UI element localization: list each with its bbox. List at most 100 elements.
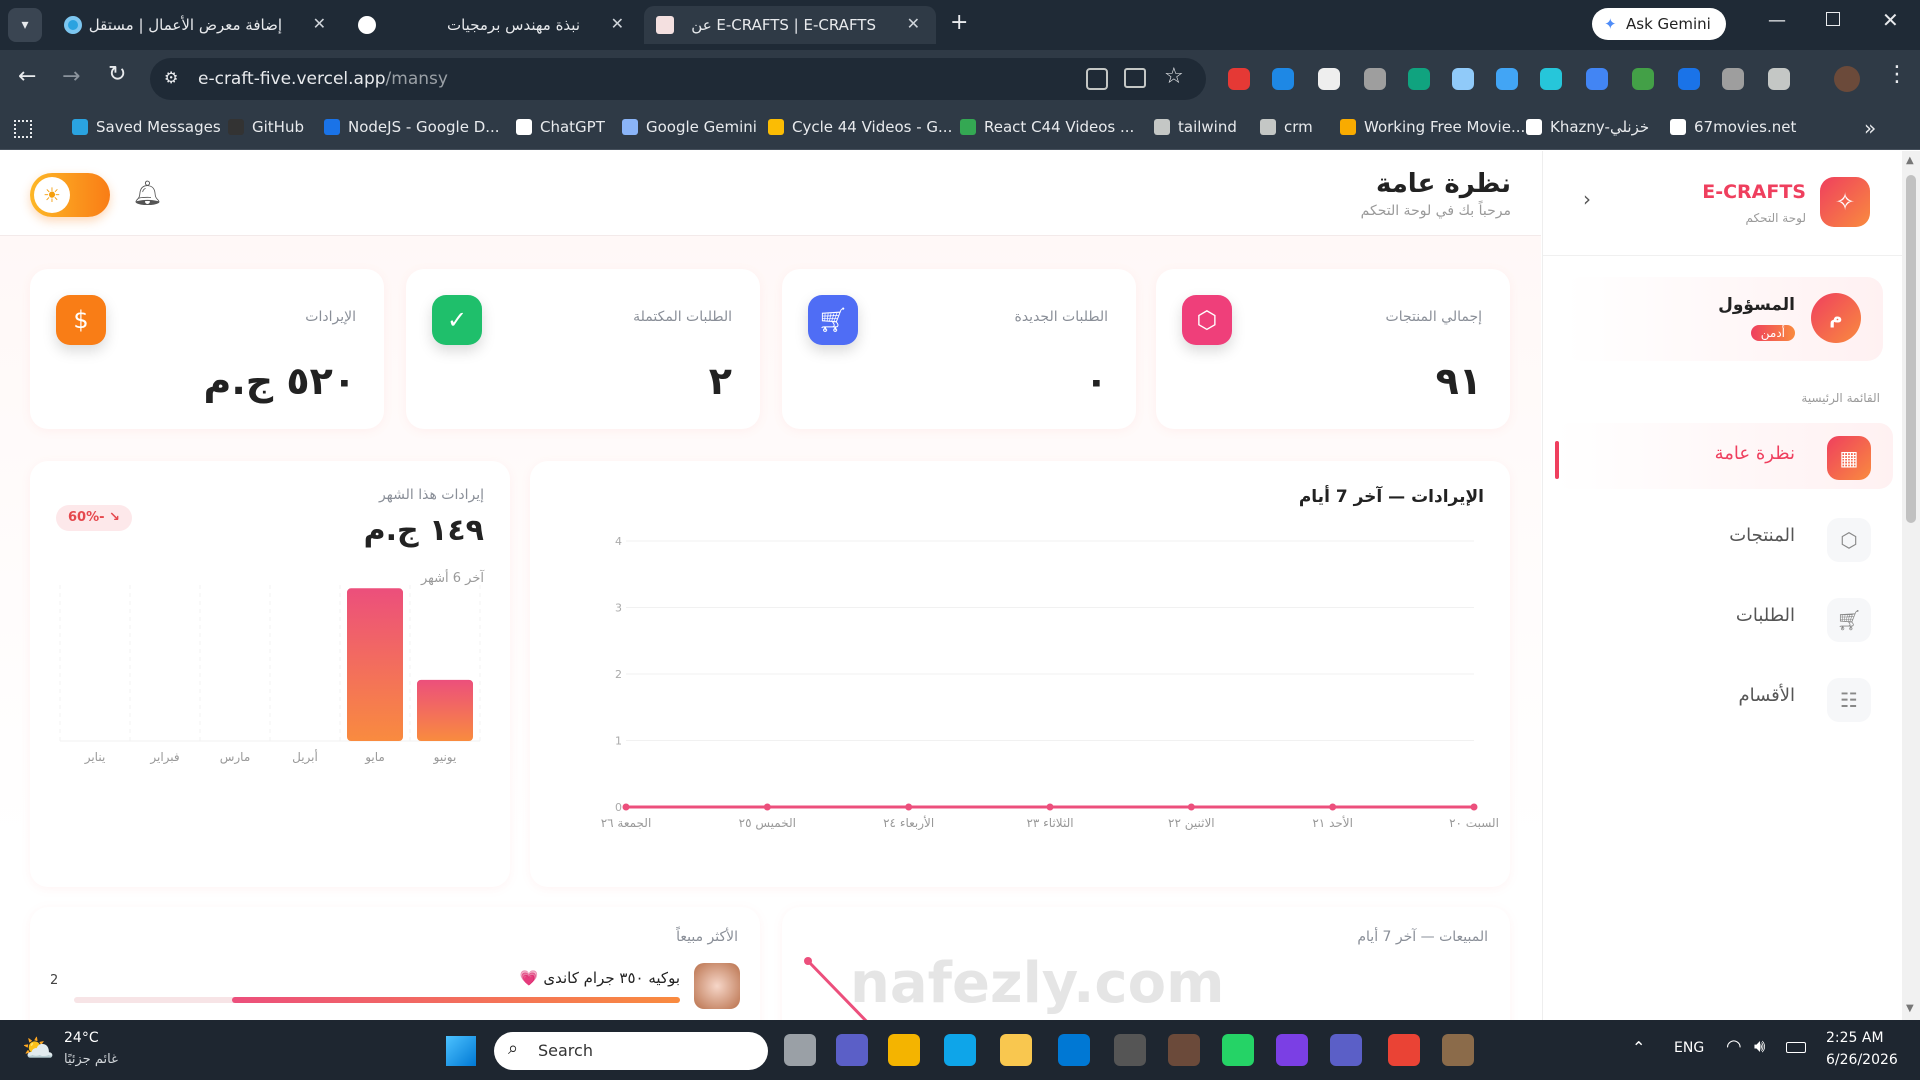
sidebar-item-orders[interactable]: 🛒︎ الطلبات [1555, 585, 1893, 651]
data-point [622, 803, 630, 811]
bookmark-item[interactable]: Cycle 44 Videos - G... [768, 118, 952, 136]
data-point [1187, 803, 1195, 811]
sidebar-item-categories[interactable]: ☷ الأقسام [1555, 665, 1893, 731]
top-selling-title: الأكثر مبيعاً [676, 929, 738, 945]
whatsapp-icon[interactable] [1222, 1034, 1254, 1066]
new-tab-button[interactable]: + [950, 10, 968, 35]
extension-icon[interactable] [1722, 68, 1744, 90]
extension-icon[interactable] [1632, 68, 1654, 90]
bookmark-item[interactable]: 67movies.net [1670, 118, 1796, 136]
extension-icon[interactable] [1452, 68, 1474, 90]
apps-icon[interactable] [14, 120, 32, 138]
sidebar-item-label: الطلبات [1735, 605, 1795, 626]
bookmark-item[interactable]: Working Free Movie... [1340, 118, 1525, 136]
menu-icon[interactable]: ⋮ [1886, 62, 1908, 87]
teams-icon[interactable] [836, 1034, 868, 1066]
tab-2[interactable]: نبذة مهندس برمجيات ✕ [346, 6, 640, 44]
chrome-icon[interactable] [1388, 1034, 1420, 1066]
star-icon[interactable]: ☆ [1164, 64, 1184, 89]
edge-icon[interactable] [944, 1034, 976, 1066]
profile-avatar[interactable] [1834, 66, 1860, 92]
bookmark-item[interactable]: Khazny-خزنلي [1526, 118, 1649, 136]
bookmark-item[interactable]: React C44 Videos ... [960, 118, 1134, 136]
sales-point [804, 957, 812, 965]
bookmark-item[interactable]: crm [1260, 118, 1313, 136]
bookmark-item[interactable]: tailwind [1154, 118, 1237, 136]
close-icon[interactable]: ✕ [611, 14, 624, 33]
extension-icon[interactable] [1768, 68, 1790, 90]
taskbar-search[interactable]: ⌕ Search [494, 1032, 768, 1070]
site-info-icon[interactable]: ⚙ [164, 68, 178, 87]
page-title: نظرة عامة [1375, 169, 1511, 199]
scroll-thumb[interactable] [1906, 175, 1916, 523]
page-scrollbar[interactable]: ▲ ▼ [1902, 151, 1920, 1020]
tab-title: نبذة مهندس برمجيات [446, 16, 580, 34]
ask-gemini-button[interactable]: ✦ Ask Gemini [1592, 8, 1726, 40]
extension-icon[interactable] [1408, 68, 1430, 90]
bell-icon[interactable]: 🔔︎ [132, 179, 162, 207]
extension-icon[interactable] [1678, 68, 1700, 90]
language-indicator[interactable]: ENG [1674, 1040, 1704, 1056]
tab-1[interactable]: إضافة معرض الأعمال | مستقل ✕ [52, 6, 342, 44]
bar-category-label: مارس [220, 750, 251, 765]
weather-icon[interactable]: ⛅ [22, 1034, 54, 1064]
close-icon[interactable]: ✕ [313, 14, 326, 33]
vscode-icon[interactable] [1058, 1034, 1090, 1066]
bookmark-item[interactable]: Google Gemini [622, 118, 757, 136]
tray-chevron-icon[interactable]: ⌃ [1632, 1038, 1645, 1057]
folder-icon[interactable] [1000, 1034, 1032, 1066]
list-icon: ☷ [1827, 678, 1871, 722]
extension-icon[interactable] [1364, 68, 1386, 90]
clock-date[interactable]: 6/26/2026 [1826, 1052, 1898, 1068]
window-close-button[interactable]: ✕ [1882, 8, 1899, 32]
sidebar-item-overview[interactable]: ▦ نظرة عامة [1555, 423, 1893, 489]
store-icon[interactable] [888, 1034, 920, 1066]
bookmark-label: Google Gemini [646, 118, 757, 136]
scroll-up-arrow[interactable]: ▲ [1906, 155, 1914, 166]
scroll-down-arrow[interactable]: ▼ [1906, 1003, 1914, 1014]
task-view-icon[interactable] [784, 1034, 816, 1066]
translate-icon[interactable] [1086, 68, 1108, 90]
forward-icon[interactable]: → [62, 64, 80, 89]
bookmarks-bar: Saved Messages GitHub NodeJS - Google D...… [0, 108, 1920, 150]
windows-start-icon[interactable] [446, 1036, 476, 1066]
wifi-icon[interactable]: ◠ [1726, 1036, 1742, 1057]
extension-icon[interactable] [1228, 68, 1250, 90]
bar-category-label: أبريل [292, 749, 318, 765]
extension-icon[interactable] [1318, 68, 1340, 90]
bar [347, 588, 403, 741]
volume-icon[interactable]: 🔊︎ [1754, 1036, 1765, 1057]
bookmark-item[interactable]: Saved Messages [72, 118, 221, 136]
game-icon[interactable] [1114, 1034, 1146, 1066]
more-bookmarks-icon[interactable]: » [1864, 116, 1876, 140]
minimize-button[interactable]: — [1768, 10, 1786, 31]
back-icon[interactable]: ← [18, 64, 36, 89]
address-bar[interactable]: ⚙ e-craft-five.vercel.app/mansy ☆ [150, 58, 1206, 100]
visual-studio-icon[interactable] [1276, 1034, 1308, 1066]
extension-icon[interactable] [1496, 68, 1518, 90]
maximize-button[interactable] [1826, 12, 1840, 26]
app-icon[interactable] [1442, 1034, 1474, 1066]
bookmark-item[interactable]: NodeJS - Google D... [324, 118, 500, 136]
bookmark-item[interactable]: ChatGPT [516, 118, 605, 136]
check-circle-icon: ✓ [432, 295, 482, 345]
app-icon[interactable] [1168, 1034, 1200, 1066]
collapse-sidebar-button[interactable]: › [1583, 187, 1591, 211]
tab-3-active[interactable]: E-CRAFTS | E-CRAFTS عن ✕ [644, 6, 936, 44]
install-icon[interactable] [1124, 68, 1146, 88]
sidebar-item-products[interactable]: ⬡ المنتجات [1555, 505, 1893, 571]
reload-icon[interactable]: ↻ [108, 62, 126, 87]
teams-work-icon[interactable] [1330, 1034, 1362, 1066]
browser-titlebar: ▾ إضافة معرض الأعمال | مستقل ✕ نبذة مهند… [0, 0, 1920, 50]
bookmark-item[interactable]: GitHub [228, 118, 304, 136]
extension-icon[interactable] [1272, 68, 1294, 90]
close-icon[interactable]: ✕ [907, 14, 920, 33]
theme-toggle[interactable]: ☀ [30, 173, 110, 217]
tab-search-button[interactable]: ▾ [8, 8, 42, 42]
battery-icon[interactable] [1786, 1042, 1806, 1053]
dashboard-main: نظرة عامة مرحباً بك في لوحة التحكم ☀ 🔔︎ … [0, 151, 1541, 1020]
clock-time[interactable]: 2:25 AM [1826, 1030, 1884, 1046]
extension-icon[interactable] [1586, 68, 1608, 90]
extension-icon[interactable] [1540, 68, 1562, 90]
x-tick-label: الثلاثاء ٢٣ [1026, 816, 1073, 830]
